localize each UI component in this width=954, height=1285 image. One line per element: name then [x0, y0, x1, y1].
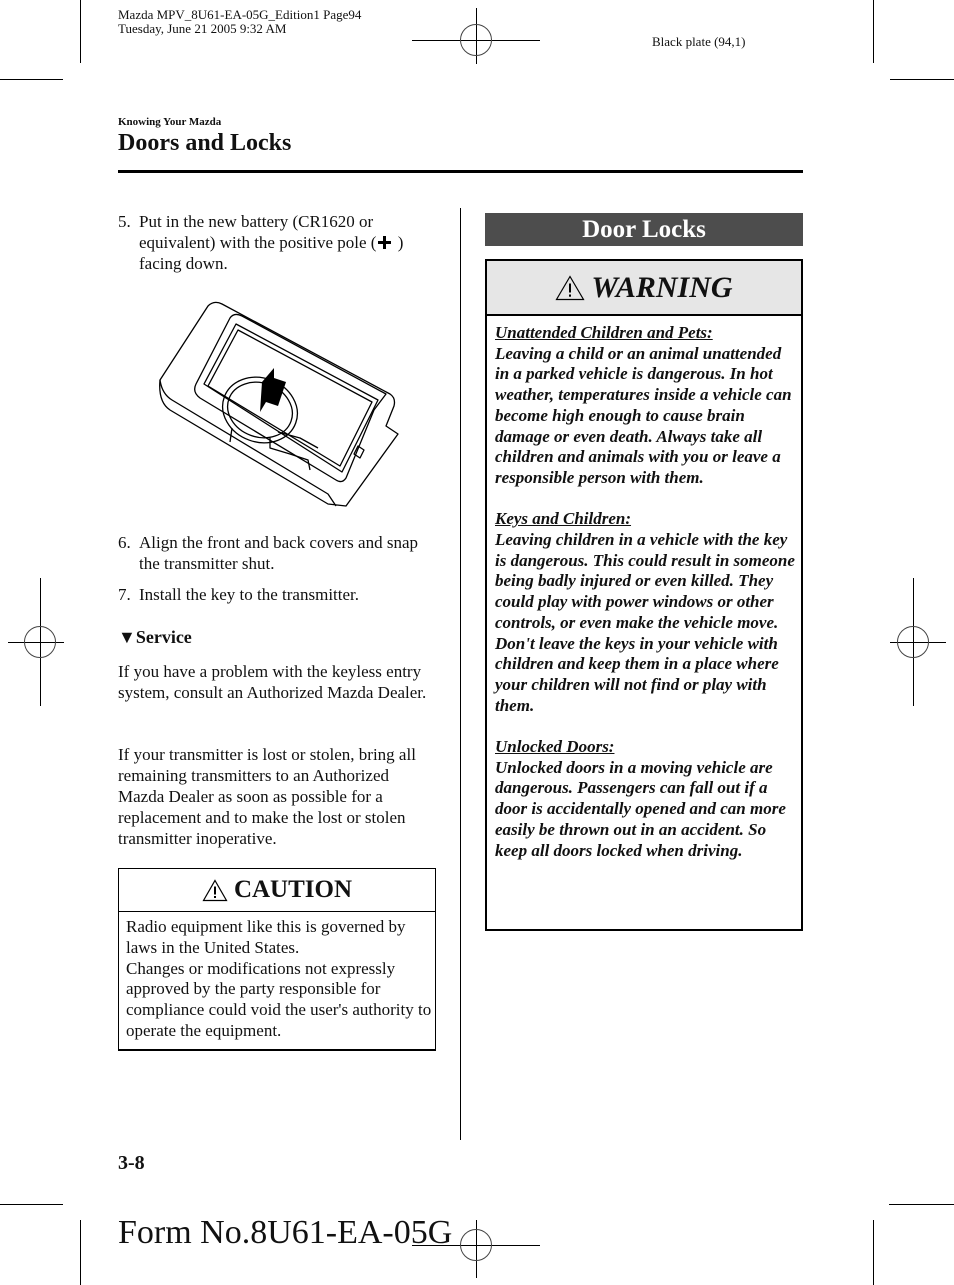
- service-heading-text: Service: [135, 627, 192, 647]
- section-banner: Door Locks: [485, 213, 803, 246]
- crop-mark: [80, 1220, 81, 1285]
- crop-mark: [889, 1204, 954, 1205]
- crop-mark: [0, 79, 63, 80]
- caution-box: CAUTION Radio equipment like this is gov…: [118, 868, 436, 1051]
- warning-title: WARNING: [591, 270, 733, 304]
- warning-body: Unattended Children and Pets: Leaving a …: [487, 316, 801, 861]
- form-number: Form No.8U61-EA-05G: [118, 1214, 453, 1251]
- warning-subheading: Keys and Children:: [495, 509, 632, 529]
- column-divider: [460, 208, 461, 1140]
- crop-mark: [80, 0, 81, 63]
- warning-subheading: Unattended Children and Pets:: [495, 323, 713, 342]
- step-number: 6.: [118, 533, 131, 552]
- transmitter-case-outline: [159, 301, 399, 507]
- battery-illustration: [159, 301, 399, 507]
- print-slug-line1: Mazda MPV_8U61-EA-05G_Edition1 Page94: [118, 7, 362, 22]
- crop-mark: [890, 79, 954, 80]
- step-5: 5. Put in the new battery (CR1620 or equ…: [118, 211, 438, 274]
- warning-text: Unlocked doors in a moving vehicle are d…: [495, 757, 786, 860]
- step-text: Put in the new battery (CR1620 or equiva…: [139, 211, 438, 274]
- caution-line: Changes or modifications not expressly a…: [126, 958, 432, 1040]
- arrow-down-icon: [260, 368, 286, 412]
- page-number: 3-8: [118, 1152, 145, 1174]
- plus-icon: [378, 236, 392, 249]
- warning-header: WARNING: [487, 261, 801, 316]
- step-7: 7. Install the key to the transmitter.: [118, 584, 438, 605]
- registration-circle-icon: [897, 626, 929, 658]
- crop-mark: [873, 0, 874, 63]
- caution-line: Radio equipment like this is governed by…: [126, 917, 406, 957]
- warning-box: WARNING Unattended Children and Pets: Le…: [485, 259, 803, 931]
- registration-circle-icon: [460, 1229, 492, 1261]
- registration-circle-icon: [460, 24, 492, 56]
- step-6: 6. Align the front and back covers and s…: [118, 532, 438, 574]
- service-paragraph: If you have a problem with the keyless e…: [118, 662, 427, 702]
- warning-triangle-icon: [202, 878, 228, 901]
- print-slug: Mazda MPV_8U61-EA-05G_Edition1 Page94 Tu…: [118, 8, 361, 36]
- caution-title: CAUTION: [233, 876, 353, 903]
- service-heading: ▼Service: [118, 627, 192, 648]
- warning-subheading: Unlocked Doors:: [495, 737, 615, 757]
- step-number: 5.: [118, 212, 131, 231]
- step-number: 7.: [118, 585, 131, 604]
- page-title: Doors and Locks: [118, 130, 292, 156]
- step-text: Install the key to the transmitter.: [139, 585, 360, 604]
- crop-mark: [0, 1204, 63, 1205]
- service-paragraph: If your transmitter is lost or stolen, b…: [118, 745, 416, 848]
- title-rule: [118, 170, 803, 173]
- registration-circle-icon: [24, 626, 56, 658]
- step-text-part: Put in the new battery (CR1620 or equiva…: [139, 212, 377, 252]
- triangle-down-icon: ▼: [118, 627, 136, 647]
- section-label: Knowing Your Mazda: [118, 116, 222, 128]
- caution-body: Radio equipment like this is governed by…: [119, 912, 435, 1042]
- crop-mark: [873, 1220, 874, 1285]
- warning-text: Leaving a child or an animal unattended …: [495, 343, 792, 487]
- warning-text: Leaving children in a vehicle with the k…: [495, 530, 795, 715]
- print-slug-line2: Tuesday, June 21 2005 9:32 AM: [118, 21, 287, 36]
- step-text: Align the front and back covers and snap…: [139, 533, 418, 573]
- warning-triangle-icon: [555, 274, 585, 300]
- caution-header: CAUTION: [119, 869, 435, 912]
- plate-label: Black plate (94,1): [652, 34, 746, 49]
